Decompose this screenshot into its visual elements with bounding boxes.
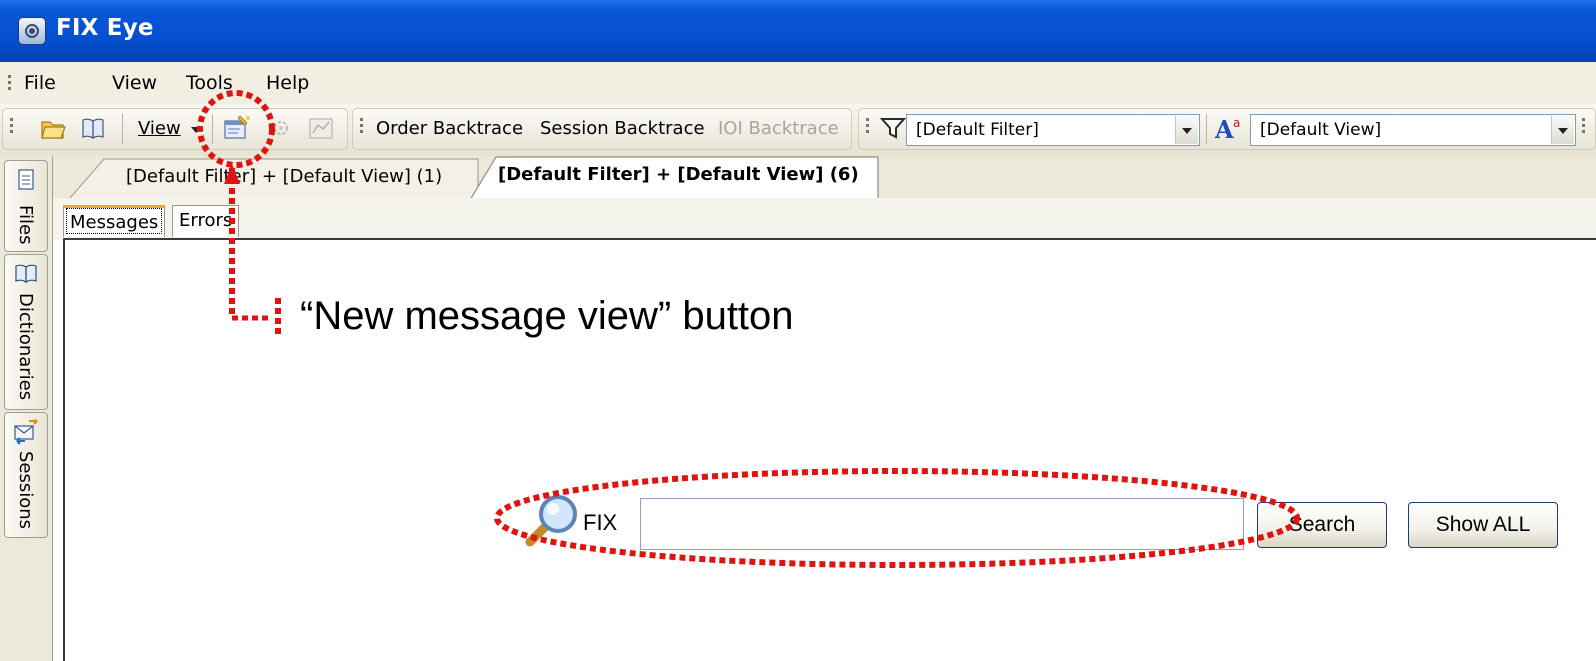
title-bar [0,0,1596,62]
svg-text:A: A [1214,115,1234,142]
sidebar-item-dictionaries[interactable]: Dictionaries [4,254,48,410]
settings-gear-icon[interactable] [268,116,294,140]
toolbar-grip-icon [1582,118,1585,136]
inner-tab-strip [53,198,1596,240]
sidebar-item-label: Files [15,205,36,245]
sidebar-item-label: Dictionaries [15,293,36,401]
messages-content-area [63,238,1596,661]
toolbar-grip-icon [866,118,869,136]
dictionary-book-icon[interactable] [80,116,106,140]
sidebar-item-label: Sessions [15,451,36,530]
chevron-down-icon[interactable] [190,126,202,134]
menu-file[interactable]: File [24,72,56,94]
menu-view[interactable]: View [112,72,157,94]
search-input[interactable] [640,498,1244,550]
tab-default-filter-view-6[interactable]: [Default Filter] + [Default View] (6) [498,164,859,185]
menu-help[interactable]: Help [266,72,309,94]
toolbar-grip-icon [360,118,363,136]
order-backtrace-button[interactable]: Order Backtrace [376,118,523,139]
book-icon [15,264,37,284]
toolbar-separator [122,114,123,144]
ioi-backtrace-button[interactable]: IOI Backtrace [718,118,839,139]
tab-errors[interactable]: Errors [172,205,240,237]
chart-icon[interactable] [308,116,334,140]
filter-select[interactable]: [Default Filter] [906,114,1200,146]
toolbar-grip-icon [10,118,13,136]
open-folder-icon[interactable] [40,116,66,140]
search-button[interactable]: Search [1257,502,1387,548]
chevron-down-icon[interactable] [1175,116,1198,144]
filter-funnel-icon [880,118,906,139]
font-style-icon: A a [1214,115,1240,142]
document-icon [18,169,34,190]
tab-default-filter-view-1[interactable]: [Default Filter] + [Default View] (1) [126,166,442,187]
new-message-view-button[interactable] [222,114,252,142]
session-backtrace-button[interactable]: Session Backtrace [540,118,705,139]
svg-text:a: a [1233,116,1240,130]
menu-grip-icon [8,75,11,93]
show-all-button[interactable]: Show ALL [1408,502,1558,548]
filter-select-value: [Default Filter] [916,120,1039,140]
app-icon [18,17,46,45]
sessions-icon [14,419,38,445]
menu-bar [0,62,1596,104]
chevron-down-icon[interactable] [1551,116,1574,144]
annotation-label: “New message view” button [300,294,794,338]
window-title: FIX Eye [56,15,154,41]
view-select-value: [Default View] [1260,120,1382,140]
toolbar-separator [1206,114,1207,144]
view-dropdown-button[interactable]: View [138,118,181,139]
toolbar-separator [212,114,213,144]
sidebar-item-sessions[interactable]: Sessions [4,412,48,538]
sidebar-item-files[interactable]: Files [4,160,48,252]
menu-tools[interactable]: Tools [186,72,233,94]
search-prefix-label: FIX [583,510,618,535]
magnifier-icon [525,495,577,547]
tab-messages[interactable]: Messages [63,205,166,237]
view-select[interactable]: [Default View] [1250,114,1576,146]
